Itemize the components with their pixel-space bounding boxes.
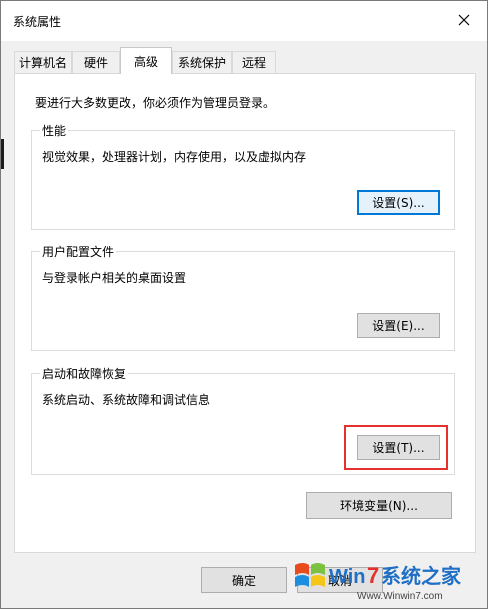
startup-recovery-label: 启动和故障恢复	[40, 365, 129, 382]
admin-note: 要进行大多数更改，你必须作为管理员登录。	[35, 96, 276, 110]
highlight-box	[344, 425, 448, 470]
environment-variables-button[interactable]: 环境变量(N)...	[306, 492, 452, 519]
performance-description: 视觉效果，处理器计划，内存使用，以及虚拟内存	[42, 150, 307, 164]
tab-hardware[interactable]: 硬件	[72, 51, 120, 73]
watermark-site: Www.Winwin7.com	[357, 591, 443, 602]
background-edge	[1, 139, 4, 169]
performance-group: 性能 视觉效果，处理器计划，内存使用，以及虚拟内存 设置(S)...	[31, 122, 455, 230]
tab-remote[interactable]: 远程	[232, 51, 276, 73]
svg-text:Win: Win	[329, 566, 365, 588]
startup-recovery-description: 系统启动、系统故障和调试信息	[42, 393, 211, 407]
watermark: Win 7 系统之家 Www.Winwin7.com	[289, 557, 485, 607]
ok-button[interactable]: 确定	[201, 567, 287, 593]
user-profiles-label: 用户配置文件	[40, 243, 117, 260]
svg-text:系统之家: 系统之家	[381, 564, 462, 588]
system-properties-window: 系统属性 计算机名 硬件 高级 系统保护 远程 要进行大多数更改，你必须作为管理…	[0, 0, 488, 609]
performance-settings-button[interactable]: 设置(S)...	[357, 190, 440, 215]
performance-label: 性能	[40, 122, 69, 139]
close-button[interactable]	[447, 5, 481, 35]
window-title: 系统属性	[13, 15, 62, 29]
tab-system-protection[interactable]: 系统保护	[172, 51, 232, 73]
user-profiles-settings-button[interactable]: 设置(E)...	[357, 313, 440, 338]
advanced-tab-panel: 要进行大多数更改，你必须作为管理员登录。 性能 视觉效果，处理器计划，内存使用，…	[14, 73, 476, 553]
watermark-logo: Win 7 系统之家	[295, 563, 462, 588]
user-profiles-description: 与登录帐户相关的桌面设置	[42, 271, 187, 285]
tab-advanced[interactable]: 高级	[120, 47, 172, 74]
close-icon	[458, 14, 470, 26]
user-profiles-group: 用户配置文件 与登录帐户相关的桌面设置 设置(E)...	[31, 243, 455, 351]
title-bar[interactable]: 系统属性	[1, 1, 487, 41]
tab-computer-name[interactable]: 计算机名	[14, 51, 72, 73]
svg-text:7: 7	[367, 563, 379, 588]
